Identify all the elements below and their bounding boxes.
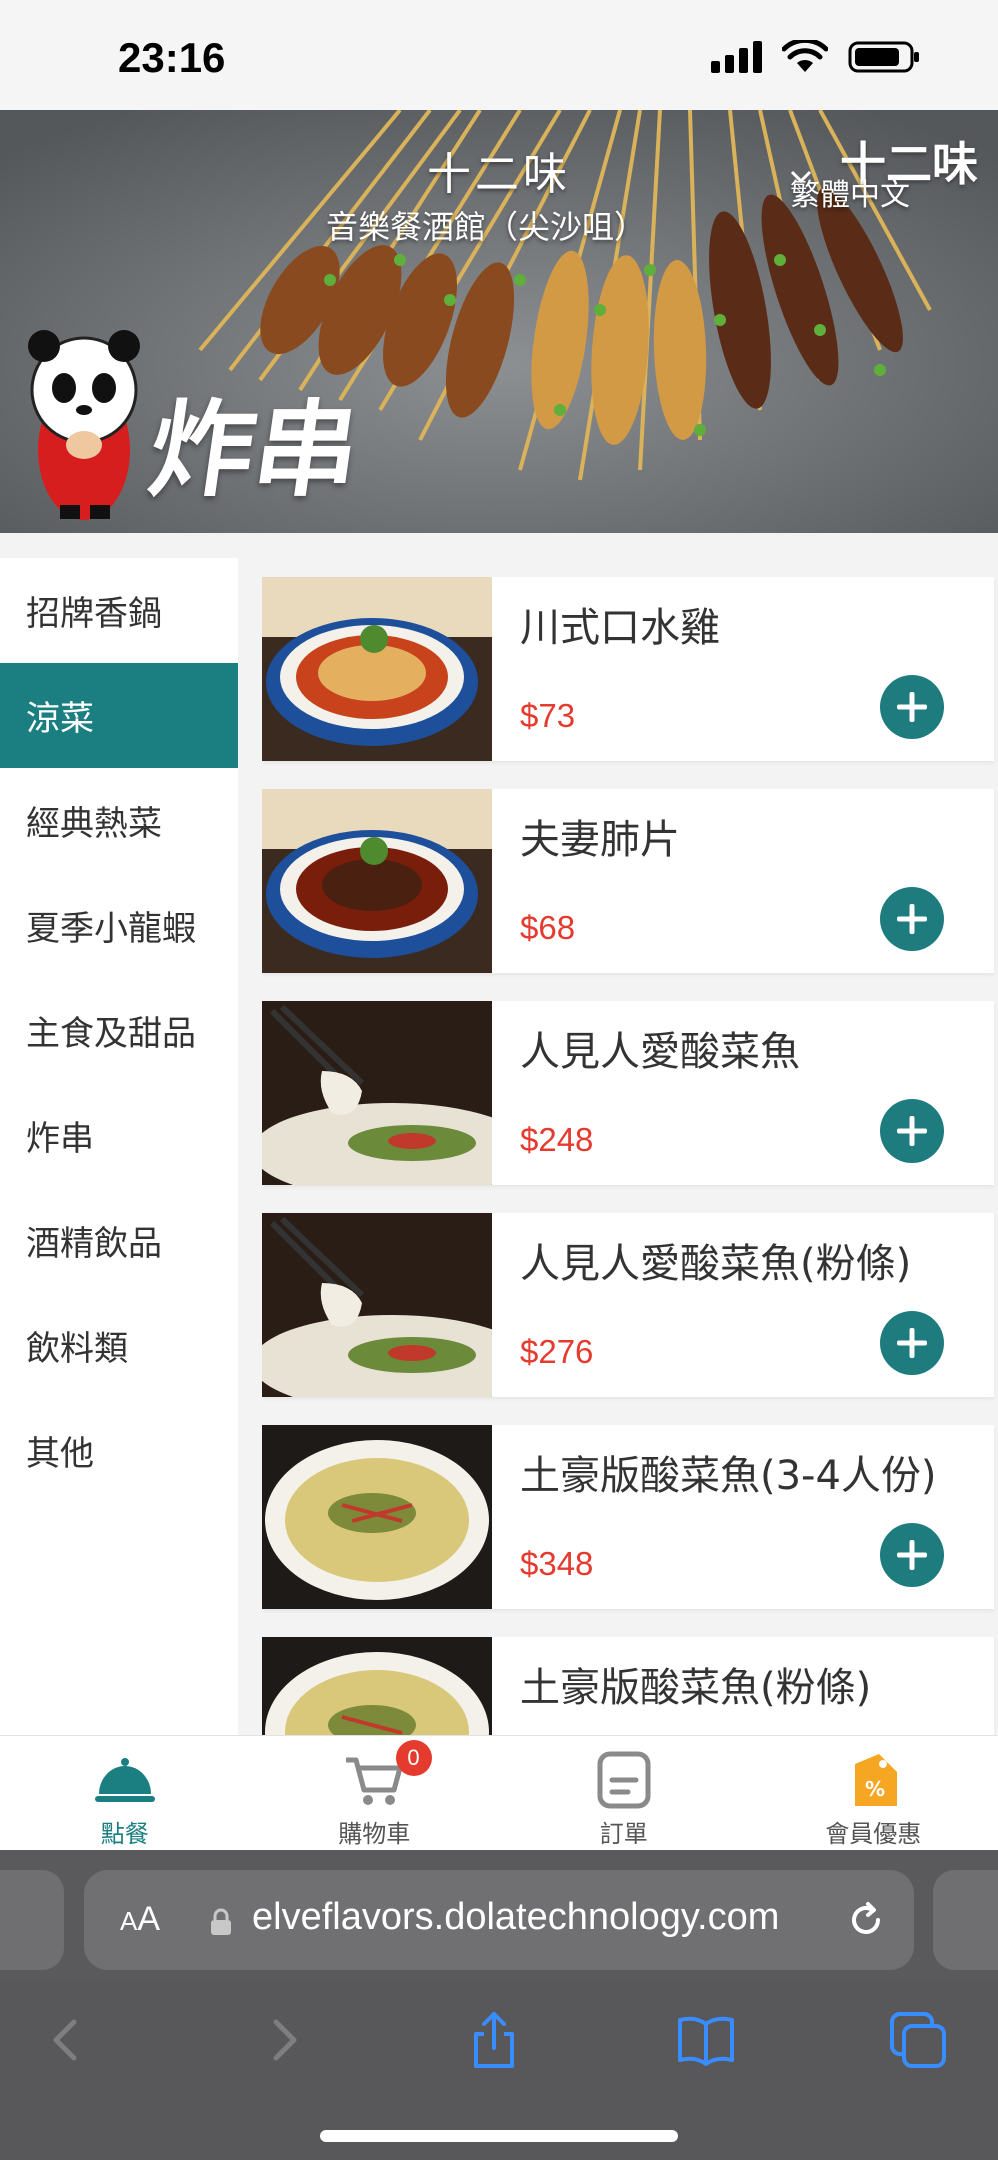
menu-item[interactable]: 人見人愛酸菜魚(粉條) $276 (262, 1213, 994, 1397)
add-to-cart-button[interactable] (880, 1523, 944, 1587)
nav-label: 點餐 (100, 1820, 149, 1848)
browser-toolbar (0, 1980, 998, 2160)
add-to-cart-button[interactable] (880, 1099, 944, 1163)
address-bar[interactable]: AA elveflavors.dolatechnology.com (84, 1870, 914, 1970)
menu-item[interactable]: 夫妻肺片 $68 (262, 789, 994, 973)
nav-label: 購物車 (338, 1820, 411, 1848)
svg-text:%: % (865, 1777, 885, 1801)
category-item[interactable]: 飲料類 (0, 1293, 238, 1398)
menu-item[interactable]: 川式口水雞 $73 (262, 577, 994, 761)
category-sidebar: 招牌香鍋 涼菜 經典熱菜 夏季小龍蝦 主食及甜品 炸串 酒精飲品 飲料類 其他 (0, 558, 238, 1736)
menu-list: 川式口水雞 $73 夫妻肺片 $68 人見人愛酸菜魚 $248 人見人愛酸菜魚(… (262, 558, 998, 1736)
chevron-down-icon (790, 170, 812, 184)
bottom-nav: 點餐 0 購物車 訂單 % 會員優惠 (0, 1735, 998, 1850)
dish-image (262, 577, 492, 761)
nav-order-food[interactable]: 點餐 (0, 1736, 250, 1851)
status-bar: 23:16 (0, 0, 998, 110)
discount-tag-icon: % (855, 1754, 898, 1806)
category-banner-text: 炸串 (142, 388, 368, 511)
lock-icon (211, 1908, 231, 1935)
bookmarks-icon[interactable] (676, 2010, 736, 2070)
dish-image (262, 1213, 492, 1397)
tabs-icon[interactable] (888, 2010, 948, 2070)
url-text: elveflavors.dolatechnology.com (252, 1896, 780, 1938)
dish-name: 人見人愛酸菜魚(粉條) (520, 1241, 912, 1287)
add-to-cart-button[interactable] (880, 675, 944, 739)
back-icon[interactable] (36, 2010, 96, 2070)
category-item[interactable]: 經典熱菜 (0, 768, 238, 873)
category-item[interactable]: 招牌香鍋 (0, 558, 238, 663)
category-item[interactable]: 夏季小龍蝦 (0, 873, 238, 978)
cart-count-badge: 0 (395, 1740, 432, 1776)
dish-price: $348 (520, 1545, 594, 1582)
dish-name: 土豪版酸菜魚(3-4人份) (520, 1453, 937, 1499)
cloche-icon (94, 1758, 155, 1802)
dish-price: $276 (520, 1333, 594, 1370)
category-item-active[interactable]: 涼菜 (0, 663, 238, 768)
cellular-signal-icon (711, 41, 762, 73)
dish-price: $248 (520, 1121, 594, 1158)
add-to-cart-button[interactable] (880, 1311, 944, 1375)
status-time: 23:16 (118, 34, 226, 81)
browser-address-area: AA elveflavors.dolatechnology.com (0, 1850, 998, 1980)
category-item[interactable]: 炸串 (0, 1083, 238, 1188)
dish-price: $68 (520, 909, 576, 946)
share-icon[interactable] (464, 2010, 524, 2070)
forward-icon[interactable] (254, 2010, 314, 2070)
dish-image (262, 789, 492, 973)
order-icon (597, 1751, 651, 1809)
next-tab[interactable] (933, 1870, 998, 1970)
dish-name: 人見人愛酸菜魚 (520, 1029, 800, 1075)
dish-image (262, 1001, 492, 1185)
nav-label: 訂單 (599, 1820, 648, 1848)
reader-settings-button[interactable]: AA (120, 1900, 160, 1939)
dish-name: 土豪版酸菜魚(粉條) (520, 1665, 872, 1711)
home-indicator (320, 2130, 678, 2142)
add-to-cart-button[interactable] (880, 887, 944, 951)
dish-image (262, 1425, 492, 1609)
dish-name: 川式口水雞 (520, 605, 720, 651)
dish-name: 夫妻肺片 (520, 817, 680, 863)
menu-item[interactable]: 人見人愛酸菜魚 $248 (262, 1001, 994, 1185)
menu-item[interactable]: 土豪版酸菜魚(粉條) (262, 1637, 994, 1736)
banner: 十二味 音樂餐酒館（尖沙咀） 十二味 繁體中文 炸串 (0, 110, 998, 533)
status-icons (711, 40, 920, 74)
category-item[interactable]: 酒精飲品 (0, 1188, 238, 1293)
restaurant-subtitle: 音樂餐酒館（尖沙咀） (326, 208, 647, 246)
language-select[interactable]: 繁體中文 (790, 170, 910, 214)
dish-image (262, 1637, 492, 1736)
wifi-icon (782, 40, 828, 72)
dish-price: $73 (520, 697, 576, 734)
battery-icon (848, 41, 919, 73)
page: 23:16 十二味 音樂餐酒館（尖沙咀） 十二味 繁體中文 炸串 招牌香鍋 涼菜… (0, 0, 998, 2160)
nav-cart[interactable]: 0 購物車 (250, 1736, 500, 1851)
category-item[interactable]: 主食及甜品 (0, 978, 238, 1083)
nav-label: 會員優惠 (825, 1820, 922, 1848)
nav-orders[interactable]: 訂單 (499, 1736, 749, 1851)
previous-tab[interactable] (0, 1870, 64, 1970)
reload-icon[interactable] (844, 1898, 888, 1942)
category-item[interactable]: 其他 (0, 1398, 238, 1503)
nav-member-offers[interactable]: % 會員優惠 (749, 1736, 998, 1851)
menu-item[interactable]: 土豪版酸菜魚(3-4人份) $348 (262, 1425, 994, 1609)
